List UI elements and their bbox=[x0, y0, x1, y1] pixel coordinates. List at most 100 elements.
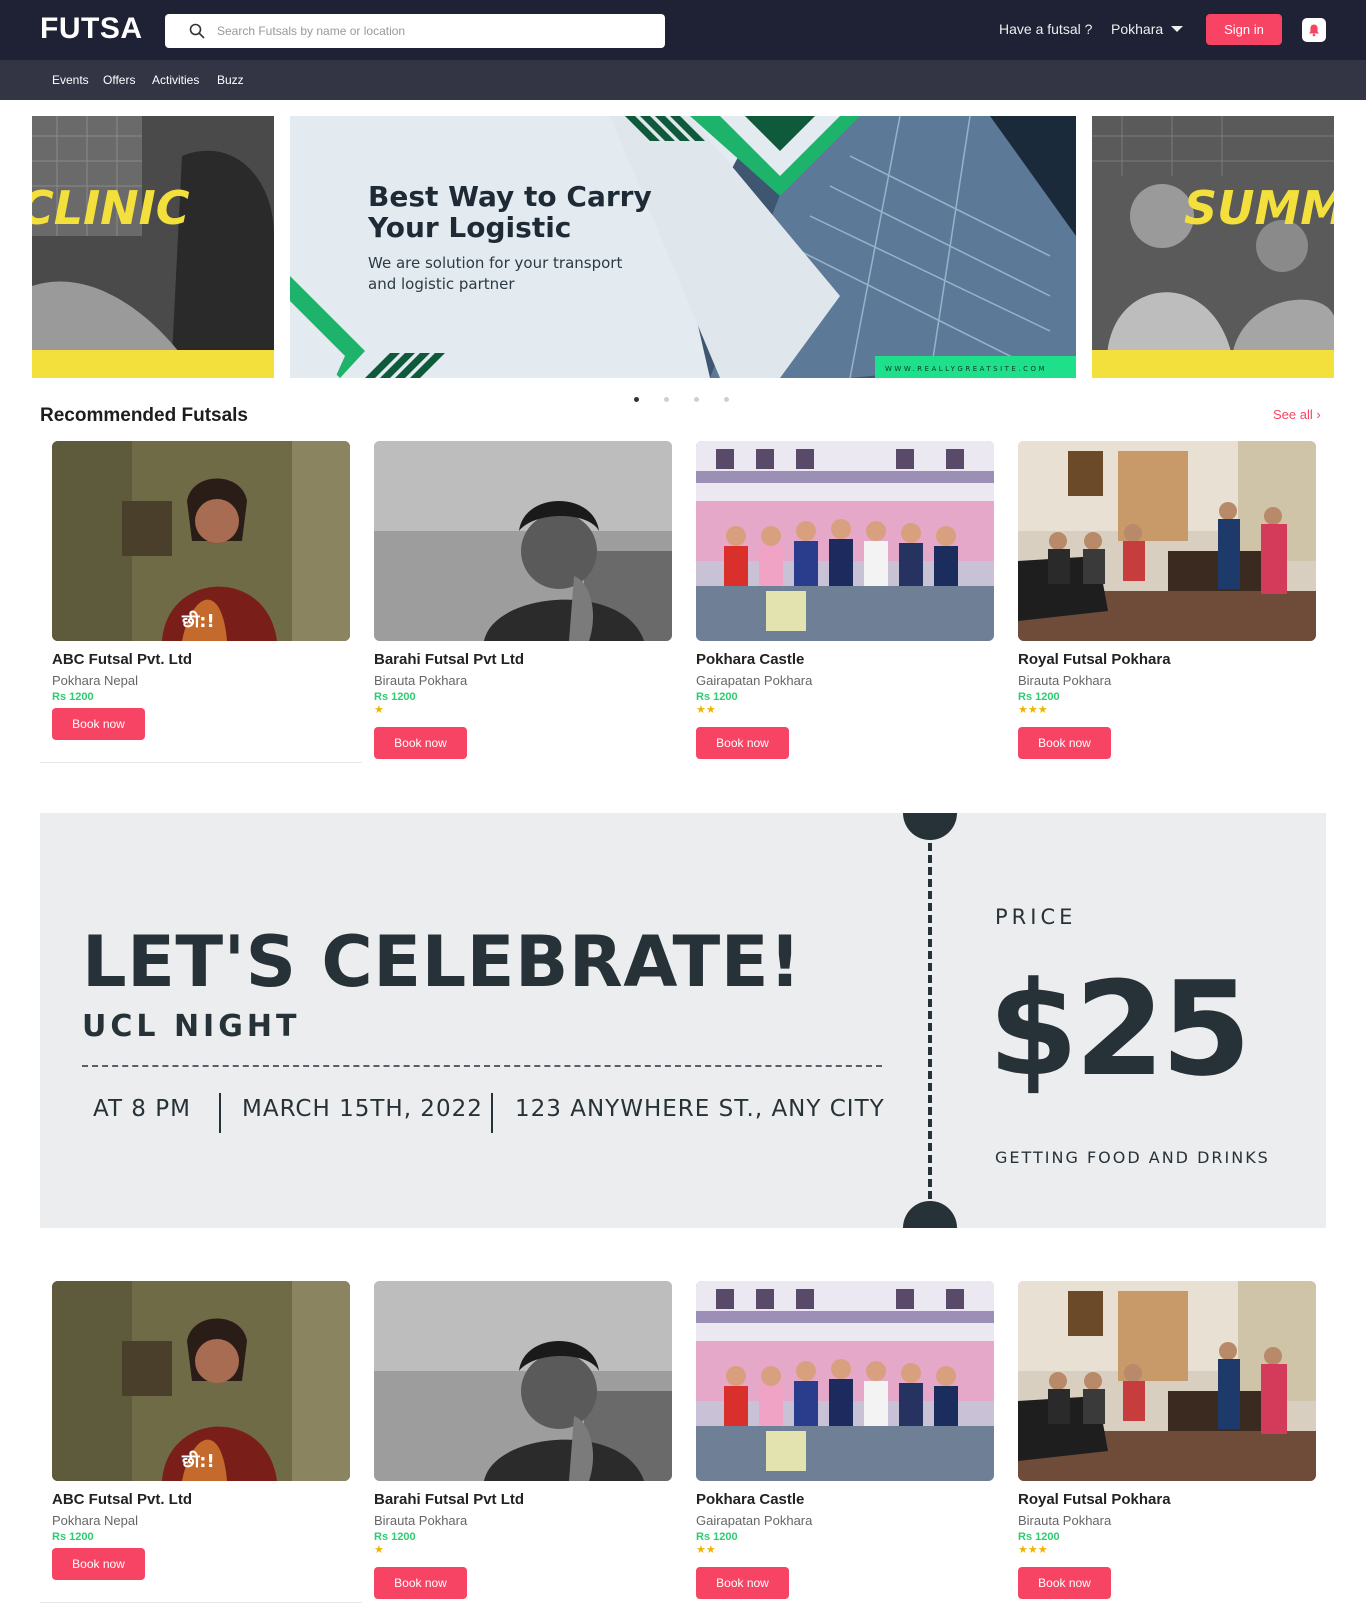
nav-activities[interactable]: Activities bbox=[152, 73, 199, 87]
carousel-dot-4[interactable] bbox=[724, 397, 729, 402]
futsal-name[interactable]: Pokhara Castle bbox=[696, 651, 994, 668]
logo[interactable]: FUTSA bbox=[40, 12, 143, 46]
card-divider bbox=[40, 1602, 362, 1603]
futsal-name[interactable]: Royal Futsal Pokhara bbox=[1018, 1491, 1316, 1508]
carousel-slide-prev[interactable]: CLINIC bbox=[32, 116, 274, 378]
event-headline: LET'S CELEBRATE! bbox=[82, 921, 802, 1003]
event-divider bbox=[82, 1065, 882, 1067]
section-title: Recommended Futsals bbox=[40, 405, 248, 426]
event-subtitle: UCL NIGHT bbox=[82, 1009, 301, 1044]
bell-icon bbox=[1309, 24, 1319, 37]
futsal-name[interactable]: Barahi Futsal Pvt Ltd bbox=[374, 1491, 672, 1508]
event-separator bbox=[219, 1093, 221, 1133]
search-bar[interactable] bbox=[165, 14, 665, 48]
futsal-name[interactable]: Royal Futsal Pokhara bbox=[1018, 651, 1316, 668]
notification-button[interactable] bbox=[1302, 18, 1326, 42]
book-now-button[interactable]: Book now bbox=[696, 727, 789, 759]
banner-sub-line1: We are solution for your transport bbox=[368, 254, 622, 272]
nav-offers[interactable]: Offers bbox=[103, 73, 135, 87]
futsal-location: Gairapatan Pokhara bbox=[696, 1513, 813, 1528]
futsal-price: Rs 1200 bbox=[374, 1531, 416, 1543]
futsal-image[interactable] bbox=[374, 441, 672, 641]
futsal-card[interactable]: Royal Futsal Pokhara Birauta Pokhara Rs … bbox=[1018, 1281, 1316, 1599]
carousel-dot-2[interactable] bbox=[664, 397, 669, 402]
futsal-location: Birauta Pokhara bbox=[374, 673, 468, 688]
book-now-button[interactable]: Book now bbox=[1018, 727, 1111, 759]
carousel-slide-next[interactable]: SUMM bbox=[1092, 116, 1334, 378]
book-now-button[interactable]: Book now bbox=[696, 1567, 789, 1599]
event-price: $25 bbox=[988, 953, 1251, 1105]
search-icon bbox=[189, 23, 205, 39]
see-all-link[interactable]: See all › bbox=[1273, 407, 1321, 422]
card-divider bbox=[40, 762, 362, 763]
carousel-slide-active[interactable]: WWW.REALLYGREATSITE.COM Best Way to Carr… bbox=[290, 116, 1076, 378]
book-now-button[interactable]: Book now bbox=[374, 727, 467, 759]
futsal-location: Gairapatan Pokhara bbox=[696, 673, 813, 688]
futsal-image[interactable] bbox=[1018, 1281, 1316, 1481]
futsal-name[interactable]: ABC Futsal Pvt. Ltd bbox=[52, 651, 350, 668]
futsal-image[interactable]: छी:! bbox=[52, 1281, 350, 1481]
futsal-name[interactable]: Barahi Futsal Pvt Ltd bbox=[374, 651, 672, 668]
book-now-button[interactable]: Book now bbox=[52, 708, 145, 740]
banner-sub-line2: and logistic partner bbox=[368, 275, 515, 293]
futsal-location: Birauta Pokhara bbox=[1018, 673, 1112, 688]
futsal-price: Rs 1200 bbox=[374, 691, 416, 703]
chevron-right-icon: › bbox=[1316, 407, 1321, 422]
clinic-text: CLINIC bbox=[32, 181, 190, 235]
banner-url: WWW.REALLYGREATSITE.COM bbox=[885, 365, 1047, 373]
futsal-price: Rs 1200 bbox=[696, 691, 738, 703]
futsal-card[interactable]: Pokhara Castle Gairapatan Pokhara Rs 120… bbox=[696, 441, 994, 759]
futsal-card[interactable]: छी:! ABC Futsal Pvt. Ltd Pokhara Nepal R… bbox=[52, 1281, 350, 1580]
have-futsal-link[interactable]: Have a futsal ? bbox=[999, 21, 1092, 37]
image-caption: छी:! bbox=[181, 610, 215, 632]
futsal-image[interactable] bbox=[696, 441, 994, 641]
ticket-perforation bbox=[928, 831, 932, 1211]
banner-title-line2: Your Logistic bbox=[367, 211, 571, 244]
futsal-card[interactable]: छी:! ABC Futsal Pvt. Ltd Pokhara Nepal R… bbox=[52, 441, 350, 740]
futsal-location: Birauta Pokhara bbox=[374, 1513, 468, 1528]
futsal-image[interactable] bbox=[696, 1281, 994, 1481]
city-selector[interactable]: Pokhara bbox=[1111, 21, 1184, 37]
rating-stars: ★★★ bbox=[1018, 704, 1048, 716]
futsal-image[interactable] bbox=[1018, 441, 1316, 641]
caret-down-icon bbox=[1171, 26, 1184, 32]
futsal-price: Rs 1200 bbox=[52, 691, 94, 703]
nav-buzz[interactable]: Buzz bbox=[217, 73, 244, 87]
event-banner[interactable]: LET'S CELEBRATE! UCL NIGHT AT 8 PM MARCH… bbox=[40, 813, 1326, 1228]
image-caption: छी:! bbox=[181, 1450, 215, 1472]
rating-stars: ★ bbox=[374, 1544, 384, 1556]
futsal-name[interactable]: Pokhara Castle bbox=[696, 1491, 994, 1508]
sign-in-button[interactable]: Sign in bbox=[1206, 14, 1282, 45]
city-label: Pokhara bbox=[1111, 21, 1164, 37]
event-address: 123 ANYWHERE ST., ANY CITY bbox=[515, 1096, 885, 1122]
futsal-location: Birauta Pokhara bbox=[1018, 1513, 1112, 1528]
top-header: FUTSA Have a futsal ? Pokhara Sign in bbox=[0, 0, 1366, 60]
sub-nav: Events Offers Activities Buzz bbox=[0, 60, 1366, 100]
rating-stars: ★★★ bbox=[1018, 1544, 1048, 1556]
futsal-card[interactable]: Pokhara Castle Gairapatan Pokhara Rs 120… bbox=[696, 1281, 994, 1599]
event-time: AT 8 PM bbox=[93, 1096, 191, 1122]
book-now-button[interactable]: Book now bbox=[1018, 1567, 1111, 1599]
summer-text: SUMM bbox=[1184, 181, 1334, 235]
rating-stars: ★ bbox=[374, 704, 384, 716]
see-all-label: See all bbox=[1273, 407, 1313, 422]
carousel-dot-1[interactable] bbox=[634, 397, 639, 402]
futsal-image[interactable]: छी:! bbox=[52, 441, 350, 641]
rating-stars: ★★ bbox=[696, 1544, 716, 1556]
search-input[interactable] bbox=[217, 20, 647, 42]
nav-events[interactable]: Events bbox=[52, 73, 89, 87]
futsal-card[interactable]: Royal Futsal Pokhara Birauta Pokhara Rs … bbox=[1018, 441, 1316, 759]
futsal-price: Rs 1200 bbox=[696, 1531, 738, 1543]
futsal-card[interactable]: Barahi Futsal Pvt Ltd Birauta Pokhara Rs… bbox=[374, 1281, 672, 1599]
carousel-dot-3[interactable] bbox=[694, 397, 699, 402]
futsal-image[interactable] bbox=[374, 1281, 672, 1481]
futsal-location: Pokhara Nepal bbox=[52, 673, 138, 688]
futsal-name[interactable]: ABC Futsal Pvt. Ltd bbox=[52, 1491, 350, 1508]
futsal-price: Rs 1200 bbox=[52, 1531, 94, 1543]
book-now-button[interactable]: Book now bbox=[52, 1548, 145, 1580]
summer-banner-image: SUMM bbox=[1092, 116, 1334, 378]
futsal-price: Rs 1200 bbox=[1018, 1531, 1060, 1543]
futsal-card[interactable]: Barahi Futsal Pvt Ltd Birauta Pokhara Rs… bbox=[374, 441, 672, 759]
book-now-button[interactable]: Book now bbox=[374, 1567, 467, 1599]
futsal-price: Rs 1200 bbox=[1018, 691, 1060, 703]
